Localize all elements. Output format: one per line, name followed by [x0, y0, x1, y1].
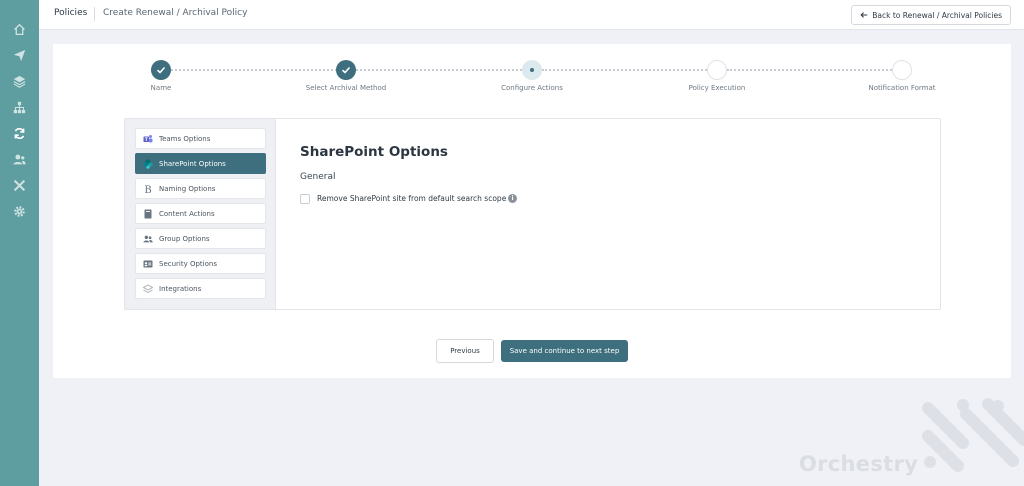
info-icon[interactable]: i [508, 194, 517, 203]
sharepoint-icon [143, 158, 153, 169]
options-nav-label: SharePoint Options [159, 159, 226, 168]
back-to-policies-button[interactable]: Back to Renewal / Archival Policies [851, 5, 1011, 25]
previous-button[interactable]: Previous [436, 339, 494, 363]
layers-icon [143, 283, 153, 294]
layers-icon[interactable] [10, 72, 28, 90]
options-nav-naming[interactable]: B Naming Options [135, 178, 266, 199]
breadcrumb-current: Create Renewal / Archival Policy [103, 8, 248, 18]
bold-b-icon: B [143, 184, 153, 194]
step-label: Configure Actions [501, 84, 563, 92]
remove-from-search-scope-label[interactable]: Remove SharePoint site from default sear… [317, 194, 506, 203]
remove-from-search-scope-checkbox[interactable] [300, 194, 310, 204]
top-bar: Policies Create Renewal / Archival Polic… [39, 0, 1024, 30]
step-policy-execution-indicator[interactable] [707, 60, 727, 80]
group-icon [143, 234, 153, 244]
save-and-continue-button[interactable]: Save and continue to next step [501, 340, 628, 362]
options-panel: T Teams Options SharePoint Options B Nam… [124, 118, 941, 310]
book-icon [143, 209, 153, 219]
options-nav-label: Integrations [159, 284, 202, 293]
options-nav-label: Security Options [159, 259, 217, 268]
section-title: SharePoint Options [300, 144, 448, 160]
sync-icon[interactable] [10, 124, 28, 142]
home-icon[interactable] [10, 20, 28, 38]
back-button-label: Back to Renewal / Archival Policies [872, 10, 1002, 20]
arrow-left-icon [860, 12, 868, 18]
svg-text:B: B [144, 185, 151, 194]
check-icon [156, 66, 166, 74]
sitemap-icon[interactable] [10, 98, 28, 116]
step-connector [356, 69, 522, 71]
options-sidebar: T Teams Options SharePoint Options B Nam… [125, 119, 276, 309]
gear-icon[interactable] [10, 202, 28, 220]
step-connector [171, 69, 345, 71]
left-nav-rail [0, 0, 39, 486]
users-icon[interactable] [10, 150, 28, 168]
step-label: Select Archival Method [305, 84, 387, 92]
options-nav-teams[interactable]: T Teams Options [135, 128, 266, 149]
section-subtitle: General [300, 172, 336, 182]
step-name-indicator[interactable] [151, 60, 171, 80]
step-label: Policy Execution [688, 84, 746, 92]
step-connector [542, 69, 707, 71]
options-nav-sharepoint[interactable]: SharePoint Options [135, 153, 266, 174]
breadcrumb-root[interactable]: Policies [54, 8, 87, 18]
policy-wizard-card: Name Select Archival Method Configure Ac… [53, 44, 1011, 378]
step-notification-format-indicator[interactable] [892, 60, 912, 80]
options-nav-label: Group Options [159, 234, 210, 243]
orchestry-logo-icon [922, 398, 1024, 472]
tools-icon[interactable] [10, 176, 28, 194]
id-card-icon [143, 259, 153, 269]
step-configure-actions-indicator[interactable] [522, 60, 542, 80]
step-label: Name [150, 84, 172, 92]
options-nav-label: Naming Options [159, 184, 216, 193]
options-nav-label: Content Actions [159, 209, 215, 218]
step-archival-method-indicator[interactable] [336, 60, 356, 80]
check-icon [341, 66, 351, 74]
brand-watermark: Orchestry [799, 452, 919, 476]
options-nav-label: Teams Options [159, 134, 211, 143]
options-nav-integrations[interactable]: Integrations [135, 278, 266, 299]
breadcrumb-divider [94, 7, 95, 21]
step-label: Notification Format [868, 84, 936, 92]
send-icon[interactable] [10, 46, 28, 64]
step-connector [727, 69, 892, 71]
options-nav-group[interactable]: Group Options [135, 228, 266, 249]
options-nav-security[interactable]: Security Options [135, 253, 266, 274]
teams-icon: T [143, 134, 153, 144]
options-nav-content-actions[interactable]: Content Actions [135, 203, 266, 224]
